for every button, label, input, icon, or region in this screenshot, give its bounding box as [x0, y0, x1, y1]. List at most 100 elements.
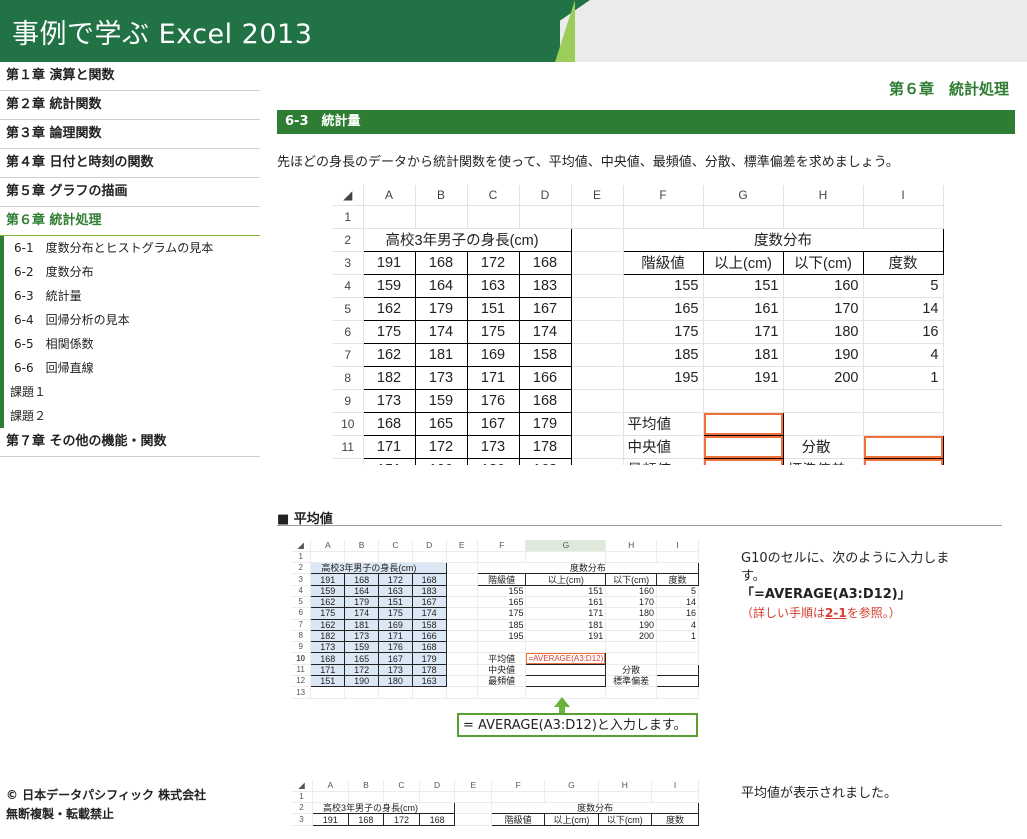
sidebar-item-6-4[interactable]: 6-4 回帰分析の見本: [4, 308, 260, 332]
mode-result-cell[interactable]: [702, 457, 784, 465]
copyright: © 日本データパシフィック 株式会社 無断複製・転載禁止: [6, 786, 206, 824]
sidebar-item-task-1[interactable]: 課題１: [4, 380, 260, 404]
sidebar-chapter-6-active[interactable]: 第６章 統計処理: [0, 207, 260, 236]
col-header-h: H: [783, 185, 864, 206]
freq-cell: 171: [525, 607, 607, 620]
height-cell: 151: [377, 595, 413, 609]
sidebar-chapter-3[interactable]: 第３章 論理関数: [0, 120, 260, 149]
variance-result-cell[interactable]: [656, 663, 699, 677]
sidebar-chapter-4[interactable]: 第４章 日付と時刻の関数: [0, 149, 260, 178]
freq-cell: 200: [605, 630, 658, 643]
sheet-row: 2 高校3年男子の身長(cm) 度数分布: [291, 562, 699, 575]
row-number: 9: [291, 641, 312, 654]
sheet-row: 7 162 181 169 158 185 181 190 4: [291, 618, 699, 631]
note-ref-suffix: を参照。）: [846, 606, 901, 620]
height-cell: 168: [411, 641, 447, 654]
height-cell: 179: [414, 296, 468, 321]
height-cell: 163: [518, 457, 572, 465]
stddev-result-cell[interactable]: [656, 675, 699, 688]
freq-cell: 4: [863, 343, 944, 367]
sidebar-item-6-3[interactable]: 6-3 統計量: [4, 284, 260, 308]
sidebar-item-6-2[interactable]: 6-2 度数分布: [4, 260, 260, 284]
height-cell: 165: [414, 411, 468, 436]
sheet-row: 12 151 190 180 163 最頻値 標準偏差: [333, 457, 944, 465]
freq-cell: 151: [525, 585, 607, 597]
site-title[interactable]: 事例で学ぶ Excel 2013: [12, 12, 312, 51]
sheet-row: 1: [291, 551, 699, 564]
sheet-row: 1: [333, 205, 944, 229]
freq-cell: 14: [656, 596, 699, 609]
stat-label-variance: 分散: [783, 435, 864, 459]
note-ref-prefix: （詳しい手順は: [741, 606, 826, 620]
spreadsheet-image-main: ◢ A B C D E F G H I 1 2 高校3年男子の身長(cm) 度数…: [333, 185, 961, 465]
header-accent: [555, 0, 575, 62]
height-cell: 158: [518, 342, 572, 367]
height-cell: 168: [344, 573, 379, 586]
corner-cell: ◢: [333, 185, 364, 206]
median-result-cell[interactable]: [702, 434, 784, 459]
height-cell: 159: [344, 641, 379, 654]
note-ref-link[interactable]: 2-1: [825, 606, 847, 620]
column-header-row: ◢ A B C D E F G H I: [291, 780, 699, 792]
col-header-a: A: [363, 185, 416, 206]
sidebar-item-task-2[interactable]: 課題２: [4, 404, 260, 428]
sheet-row: 6 175 174 175 174 175 171 180 16: [291, 607, 699, 620]
column-header-row: ◢ A B C D E F G H I: [333, 185, 944, 206]
col-header-f: F: [623, 185, 704, 206]
row-number: 2: [291, 802, 314, 815]
freq-cell: 160: [605, 585, 658, 597]
formula-cell[interactable]: =AVERAGE(A3:D12): [525, 652, 607, 665]
sheet-row: 7 162 181 169 158 185 181 190 4: [333, 342, 944, 367]
freq-cell: 195: [477, 630, 527, 643]
row-number: 1: [291, 551, 312, 564]
sidebar-item-6-5[interactable]: 6-5 相関係数: [4, 332, 260, 356]
sheet-row: 12 151 190 180 163 最頻値 標準偏差: [291, 675, 699, 688]
row-number: 10: [333, 412, 364, 436]
height-cell: 174: [344, 607, 379, 620]
mode-result-cell[interactable]: [525, 675, 607, 688]
freq-header-cell: 階級値: [476, 573, 527, 586]
freq-title-cell: 度数分布: [622, 227, 944, 252]
corner-cell: ◢: [291, 780, 314, 792]
stat-label-mode: 最頻値: [477, 675, 527, 688]
height-cell: 168: [518, 250, 572, 275]
height-cell: 178: [518, 434, 572, 459]
height-cell: 181: [414, 342, 468, 367]
spreadsheet-image-step2: ◢ A B C D E F G H I 1 2 高校3年男子の身長(cm) 度数…: [291, 780, 699, 839]
freq-title-cell: 度数分布: [491, 802, 699, 815]
freq-header-cell: 以下(cm): [605, 573, 658, 586]
sidebar-chapter-2[interactable]: 第２章 統計関数: [0, 91, 260, 120]
stddev-result-cell[interactable]: [862, 457, 944, 465]
intro-text: 先ほどの身長のデータから統計関数を使って、平均値、中央値、最頻値、分散、標準偏差…: [277, 155, 899, 170]
sidebar-item-6-6[interactable]: 6-6 回帰直線: [4, 356, 260, 380]
median-result-cell[interactable]: [525, 663, 607, 677]
freq-cell: 180: [605, 607, 658, 620]
note-formula: 「=AVERAGE(A3:D12)」: [741, 587, 911, 602]
sheet-row: 11 171 172 173 178 中央値 分散: [291, 663, 699, 677]
sheet-row: 9 173 159 176 168: [291, 641, 699, 654]
height-cell: 171: [310, 663, 346, 677]
row-number: 4: [291, 585, 312, 597]
row-number: 6: [333, 320, 364, 344]
height-cell: 167: [466, 411, 520, 436]
sidebar-item-6-1[interactable]: 6-1 度数分布とヒストグラムの見本: [4, 236, 260, 260]
subsection-divider: [277, 525, 1002, 526]
mean-result-cell[interactable]: [702, 411, 784, 436]
sidebar-chapter-5[interactable]: 第５章 グラフの描画: [0, 178, 260, 207]
height-cell: 171: [362, 434, 416, 459]
freq-cell: 190: [783, 343, 864, 367]
sheet-row: 4 159 164 163 183 155 151 160 5: [291, 584, 699, 597]
height-cell: 166: [411, 629, 447, 643]
height-cell: 176: [377, 641, 413, 654]
height-cell: 158: [411, 618, 447, 631]
variance-result-cell[interactable]: [862, 434, 944, 459]
freq-title-cell: 度数分布: [476, 562, 699, 575]
col-header-a: A: [312, 780, 349, 792]
height-cell: 163: [411, 675, 447, 688]
sidebar-chapter-1[interactable]: 第１章 演算と関数: [0, 62, 260, 91]
freq-cell: 1: [656, 630, 699, 643]
sidebar-chapter-7[interactable]: 第７章 その他の機能・関数: [0, 428, 260, 457]
height-cell: 162: [310, 618, 346, 631]
freq-cell: 191: [703, 366, 784, 390]
height-cell: 179: [411, 652, 447, 665]
